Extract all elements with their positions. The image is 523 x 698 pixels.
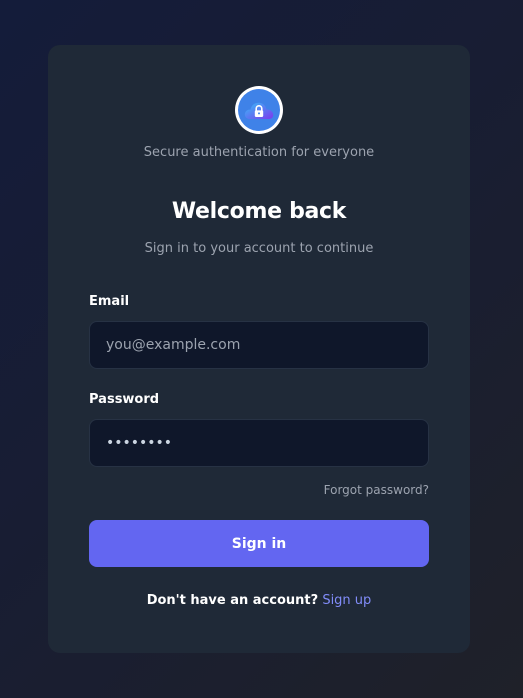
logo-badge [238,89,280,131]
brand-tagline: Secure authentication for everyone [143,145,375,160]
cloud-lock-icon [235,86,283,134]
email-label: Email [89,294,130,309]
cloud-lock-glyph [244,102,274,119]
page-title: Welcome back [171,199,347,224]
password-label: Password [89,392,160,407]
password-field[interactable] [89,419,429,467]
signup-prompt: Don't have an account? Sign up [48,593,470,608]
page-subtitle: Sign in to your account to continue [144,241,374,256]
sign-up-link[interactable]: Sign up [322,593,371,608]
sign-in-button[interactable]: Sign in [89,520,429,567]
login-card: Secure authentication for everyone Welco… [48,45,470,653]
signup-prompt-text: Don't have an account? [146,593,319,608]
email-field[interactable] [89,321,429,369]
forgot-password-link[interactable]: Forgot password? [324,483,429,497]
